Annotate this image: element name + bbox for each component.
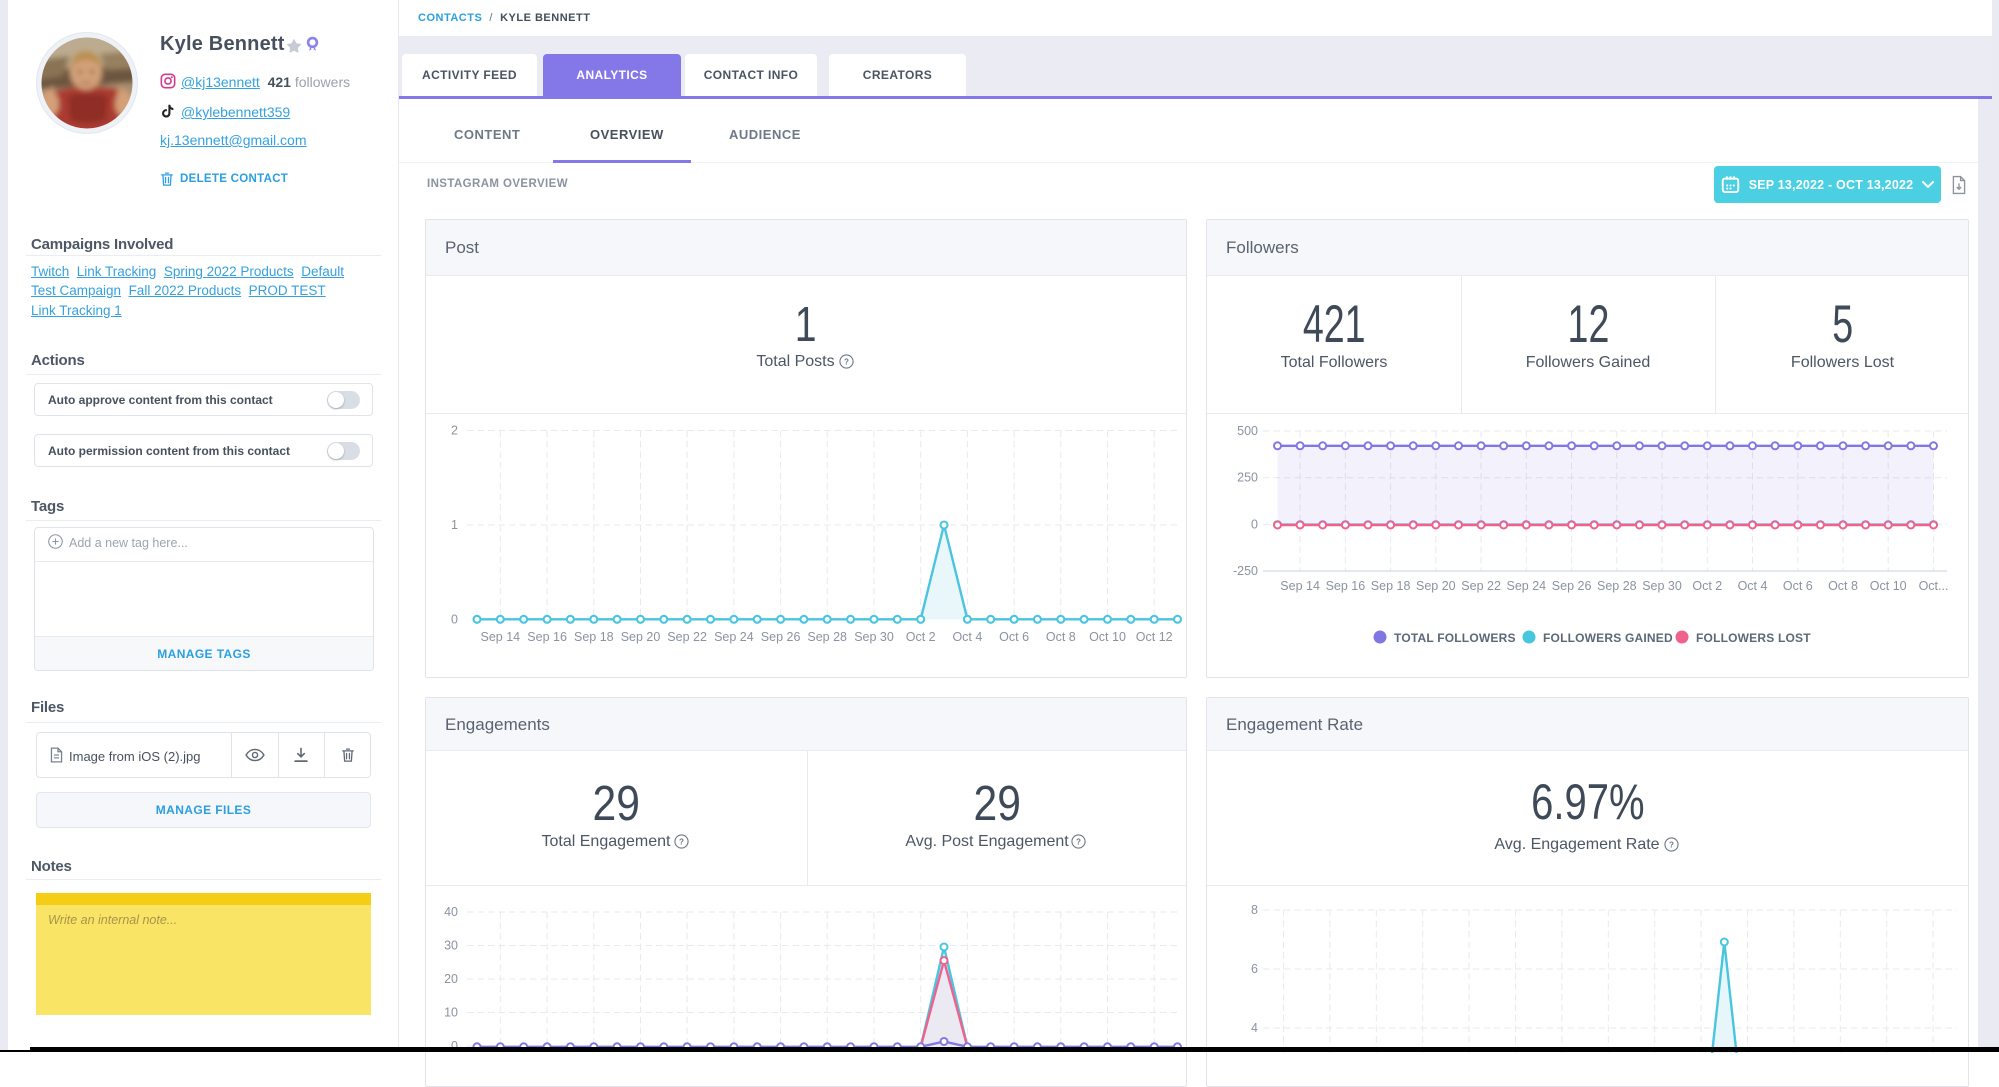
svg-text:Sep 18: Sep 18 xyxy=(1371,579,1411,593)
svg-text:Sep 24: Sep 24 xyxy=(1506,579,1546,593)
svg-text:Oct 6: Oct 6 xyxy=(1783,579,1813,593)
svg-text:Sep 16: Sep 16 xyxy=(1326,579,1366,593)
svg-text:Sep 22: Sep 22 xyxy=(667,630,707,644)
svg-text:Oct 12: Oct 12 xyxy=(1136,630,1173,644)
svg-text:FOLLOWERS LOST: FOLLOWERS LOST xyxy=(1696,631,1811,645)
svg-text:Oct 4: Oct 4 xyxy=(1738,579,1768,593)
svg-text:Sep 24: Sep 24 xyxy=(714,630,754,644)
svg-text:2: 2 xyxy=(451,424,458,438)
svg-text:Oct 8: Oct 8 xyxy=(1046,630,1076,644)
svg-text:Sep 26: Sep 26 xyxy=(1552,579,1592,593)
svg-text:Oct 2: Oct 2 xyxy=(906,630,936,644)
svg-text:TOTAL FOLLOWERS: TOTAL FOLLOWERS xyxy=(1394,631,1516,645)
svg-text:Sep 14: Sep 14 xyxy=(480,630,520,644)
svg-text:250: 250 xyxy=(1237,471,1258,485)
svg-text:Sep 26: Sep 26 xyxy=(761,630,801,644)
svg-text:?: ? xyxy=(1076,837,1081,846)
svg-text:20: 20 xyxy=(444,972,458,986)
svg-text:Oct 4: Oct 4 xyxy=(952,630,982,644)
svg-text:Oct 10: Oct 10 xyxy=(1870,579,1907,593)
svg-text:10: 10 xyxy=(444,1006,458,1020)
svg-text:Sep 20: Sep 20 xyxy=(621,630,661,644)
svg-text:FOLLOWERS GAINED: FOLLOWERS GAINED xyxy=(1543,631,1673,645)
svg-text:Sep 18: Sep 18 xyxy=(574,630,614,644)
svg-text:40: 40 xyxy=(444,905,458,919)
svg-text:Oct...: Oct... xyxy=(1919,579,1949,593)
svg-text:Sep 30: Sep 30 xyxy=(1642,579,1682,593)
svg-text:?: ? xyxy=(679,837,684,846)
svg-text:0: 0 xyxy=(1251,517,1258,531)
svg-text:-250: -250 xyxy=(1233,564,1258,578)
svg-text:Sep 30: Sep 30 xyxy=(854,630,894,644)
svg-text:Sep 16: Sep 16 xyxy=(527,630,567,644)
svg-text:4: 4 xyxy=(1251,1021,1258,1035)
svg-text:Oct 2: Oct 2 xyxy=(1692,579,1722,593)
svg-text:Sep 20: Sep 20 xyxy=(1416,579,1456,593)
svg-text:Sep 28: Sep 28 xyxy=(807,630,847,644)
svg-text:6: 6 xyxy=(1251,962,1258,976)
svg-text:Oct 6: Oct 6 xyxy=(999,630,1029,644)
svg-text:30: 30 xyxy=(444,939,458,953)
svg-text:Sep 22: Sep 22 xyxy=(1461,579,1501,593)
svg-text:Sep 14: Sep 14 xyxy=(1280,579,1320,593)
svg-text:?: ? xyxy=(844,357,849,366)
svg-text:?: ? xyxy=(1669,840,1674,849)
svg-text:500: 500 xyxy=(1237,424,1258,438)
svg-text:1: 1 xyxy=(451,518,458,532)
svg-text:8: 8 xyxy=(1251,903,1258,917)
svg-text:Sep 28: Sep 28 xyxy=(1597,579,1637,593)
svg-text:Oct 8: Oct 8 xyxy=(1828,579,1858,593)
svg-text:0: 0 xyxy=(451,612,458,626)
svg-text:Oct 10: Oct 10 xyxy=(1089,630,1126,644)
